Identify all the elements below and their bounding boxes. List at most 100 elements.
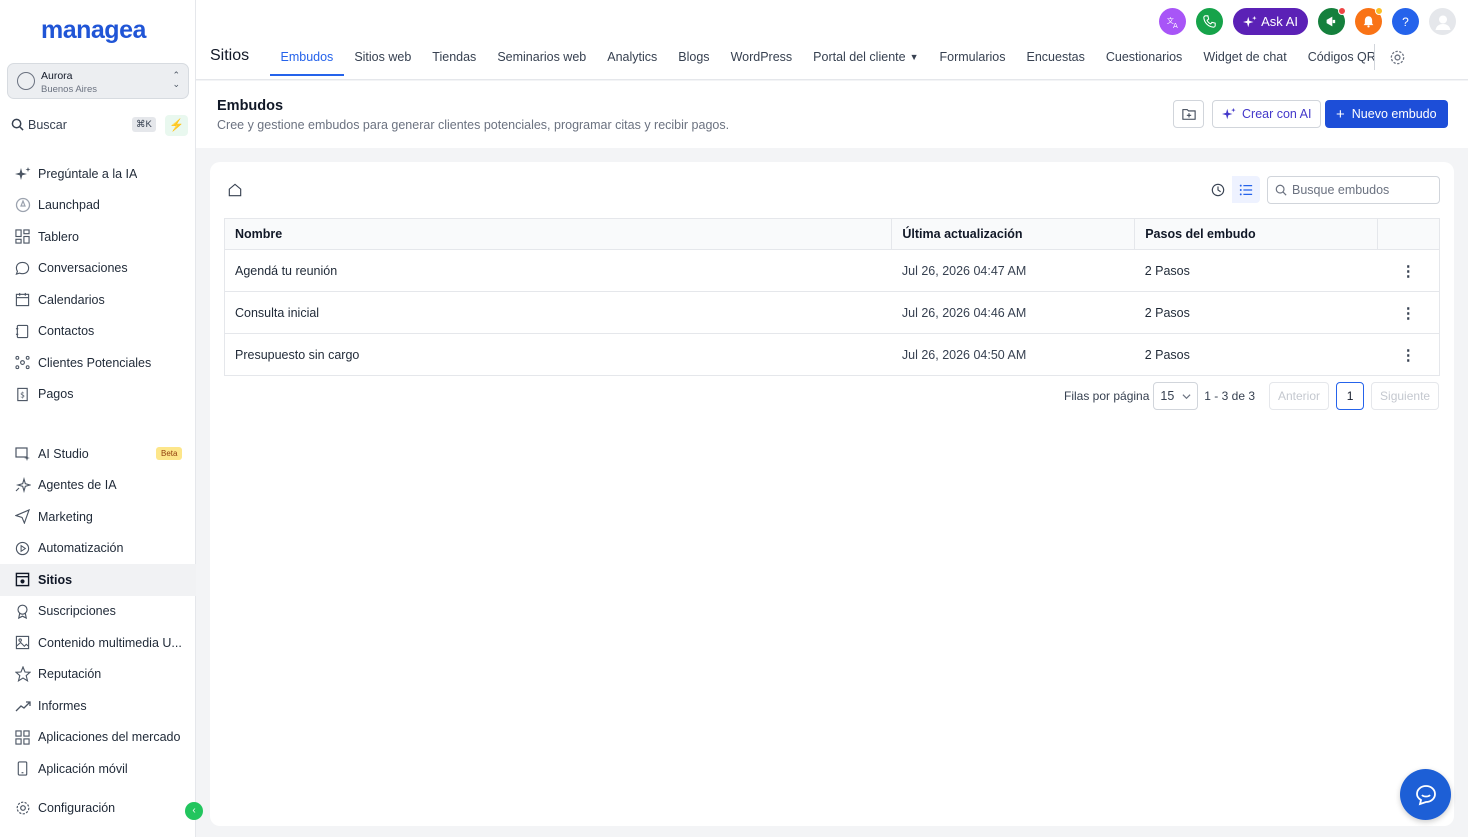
table-row[interactable]: Presupuesto sin cargo Jul 26, 2026 04:50…	[225, 334, 1440, 376]
gear-icon	[14, 799, 31, 816]
ai-agent-icon	[14, 477, 31, 494]
chat-bubble-icon	[14, 260, 31, 277]
tab-formularios[interactable]: Formularios	[929, 40, 1016, 80]
tab-analytics[interactable]: Analytics	[597, 40, 668, 80]
funnel-search-input[interactable]	[1292, 183, 1432, 197]
sidebar-item-ask-ai[interactable]: Pregúntale a la IA	[0, 158, 196, 190]
sidebar-search[interactable]: Buscar ⌘K	[9, 115, 160, 135]
new-folder-button[interactable]	[1173, 100, 1204, 128]
sidebar: managea Aurora Buenos Aires ⌃ ⌄ Buscar ⌘K…	[0, 0, 196, 837]
sidebar-item-informes[interactable]: Informes	[0, 690, 196, 722]
search-shortcut: ⌘K	[132, 117, 156, 132]
trend-icon	[14, 697, 31, 714]
new-funnel-button[interactable]: + Nuevo embudo	[1325, 100, 1448, 128]
funnel-steps: 2 Pasos	[1134, 249, 1378, 292]
clock-icon	[1211, 183, 1225, 196]
sidebar-item-aplicaciones-mercado[interactable]: Aplicaciones del mercado	[0, 722, 196, 754]
create-with-ai-button[interactable]: Crear con AI	[1212, 100, 1322, 128]
sidebar-item-label: Launchpad	[38, 198, 100, 213]
funnel-updated: Jul 26, 2026 04:46 AM	[891, 291, 1135, 334]
sidebar-item-reputacion[interactable]: Reputación	[0, 659, 196, 691]
tab-blogs[interactable]: Blogs	[668, 40, 720, 80]
sidebar-item-suscripciones[interactable]: Suscripciones	[0, 596, 196, 628]
ask-ai-button[interactable]: Ask AI	[1233, 8, 1308, 35]
settings-gear-icon[interactable]	[1389, 49, 1406, 66]
sidebar-item-clientes-potenciales[interactable]: Clientes Potenciales	[0, 347, 196, 379]
rows-per-page-select[interactable]: 15	[1153, 382, 1199, 410]
tab-codigos-qr[interactable]: Códigos QR	[1297, 40, 1386, 80]
page-title: Embudos	[217, 98, 284, 114]
search-label: Buscar	[28, 118, 67, 132]
chat-icon	[1415, 784, 1436, 805]
recent-view-button[interactable]	[1204, 176, 1232, 203]
next-page-button[interactable]: Siguiente	[1371, 382, 1440, 410]
avatar[interactable]	[1429, 8, 1456, 35]
column-header-actualizacion[interactable]: Última actualización	[891, 218, 1136, 250]
account-location: Buenos Aires	[41, 84, 97, 95]
sidebar-item-agentes-ia[interactable]: Agentes de IA	[0, 470, 196, 502]
apps-grid-icon	[14, 729, 31, 746]
more-options-icon[interactable]: ⋮	[1377, 249, 1440, 292]
more-options-icon[interactable]: ⋮	[1377, 291, 1440, 334]
bell-icon[interactable]	[1355, 7, 1383, 35]
folder-plus-icon	[1181, 109, 1196, 120]
help-icon[interactable]: ?	[1392, 8, 1419, 35]
tab-encuestas[interactable]: Encuestas	[1016, 40, 1095, 80]
sidebar-item-automatizacion[interactable]: Automatización	[0, 533, 196, 565]
account-switcher[interactable]: Aurora Buenos Aires ⌃ ⌄	[7, 63, 189, 99]
column-header-pasos[interactable]: Pasos del embudo	[1134, 218, 1379, 250]
sidebar-item-sitios[interactable]: Sitios	[0, 564, 196, 596]
previous-page-button[interactable]: Anterior	[1269, 382, 1330, 410]
sidebar-item-marketing[interactable]: Marketing	[0, 501, 196, 533]
table-row[interactable]: Agendá tu reunión Jul 26, 2026 04:47 AM …	[224, 249, 1440, 292]
collapse-sidebar-button[interactable]: ‹	[185, 802, 203, 820]
tab-wordpress[interactable]: WordPress	[720, 40, 803, 80]
funnel-name[interactable]: Consulta inicial	[224, 291, 892, 334]
tab-sitios-web[interactable]: Sitios web	[344, 40, 422, 80]
calendar-icon	[14, 291, 31, 308]
sidebar-item-contactos[interactable]: Contactos	[0, 316, 196, 348]
sidebar-item-aplicacion-movil[interactable]: Aplicación móvil	[0, 753, 196, 785]
sidebar-item-pagos[interactable]: $ Pagos	[0, 379, 196, 411]
image-icon	[14, 634, 31, 651]
tab-embudos[interactable]: Embudos	[270, 40, 344, 76]
chat-widget-button[interactable]	[1400, 769, 1451, 820]
sidebar-item-tablero[interactable]: Tablero	[0, 221, 196, 253]
view-toggle	[1204, 176, 1260, 203]
sidebar-item-conversaciones[interactable]: Conversaciones	[0, 253, 196, 285]
sidebar-item-configuracion[interactable]: Configuración	[0, 792, 196, 824]
column-header-nombre[interactable]: Nombre	[224, 218, 893, 250]
sidebar-item-launchpad[interactable]: Launchpad	[0, 190, 196, 222]
sidebar-item-ai-studio[interactable]: AI Studio Beta	[0, 438, 196, 470]
sidebar-item-label: Contenido multimedia U...	[38, 635, 182, 650]
tab-cuestionarios[interactable]: Cuestionarios	[1095, 40, 1192, 80]
app-logo[interactable]: managea	[41, 16, 146, 45]
megaphone-icon[interactable]	[1318, 7, 1346, 35]
search-icon	[1275, 184, 1287, 196]
tab-widget-chat[interactable]: Widget de chat	[1193, 40, 1297, 80]
phone-icon[interactable]	[1196, 8, 1224, 35]
tab-tiendas[interactable]: Tiendas	[422, 40, 487, 80]
bolt-icon[interactable]: ⚡	[165, 115, 188, 136]
sidebar-nav-footer: Configuración	[0, 792, 196, 824]
sparkles-icon	[1222, 107, 1236, 120]
more-options-icon[interactable]: ⋮	[1378, 334, 1440, 376]
sidebar-item-contenido-multimedia[interactable]: Contenido multimedia U...	[0, 627, 196, 659]
funnel-name[interactable]: Agendá tu reunión	[224, 249, 892, 292]
network-icon	[14, 354, 31, 371]
list-view-button[interactable]	[1232, 176, 1260, 203]
page-number-button[interactable]: 1	[1336, 382, 1365, 410]
tab-portal-cliente[interactable]: Portal del cliente ▼	[803, 40, 929, 80]
section-title: Sitios	[210, 47, 250, 64]
translate-icon[interactable]: 文A	[1159, 8, 1187, 35]
sidebar-item-label: Tablero	[38, 229, 79, 244]
header-actions: 文A Ask AI ?	[1159, 7, 1456, 35]
home-icon[interactable]	[228, 183, 242, 197]
funnel-name[interactable]: Presupuesto sin cargo	[225, 334, 892, 376]
table-row[interactable]: Consulta inicial Jul 26, 2026 04:46 AM 2…	[224, 291, 1440, 334]
page-range: 1 - 3 de 3	[1204, 389, 1255, 403]
sidebar-item-calendarios[interactable]: Calendarios	[0, 284, 196, 316]
svg-text:A: A	[1173, 22, 1178, 29]
star-icon	[14, 666, 31, 683]
tab-seminarios-web[interactable]: Seminarios web	[487, 40, 597, 80]
